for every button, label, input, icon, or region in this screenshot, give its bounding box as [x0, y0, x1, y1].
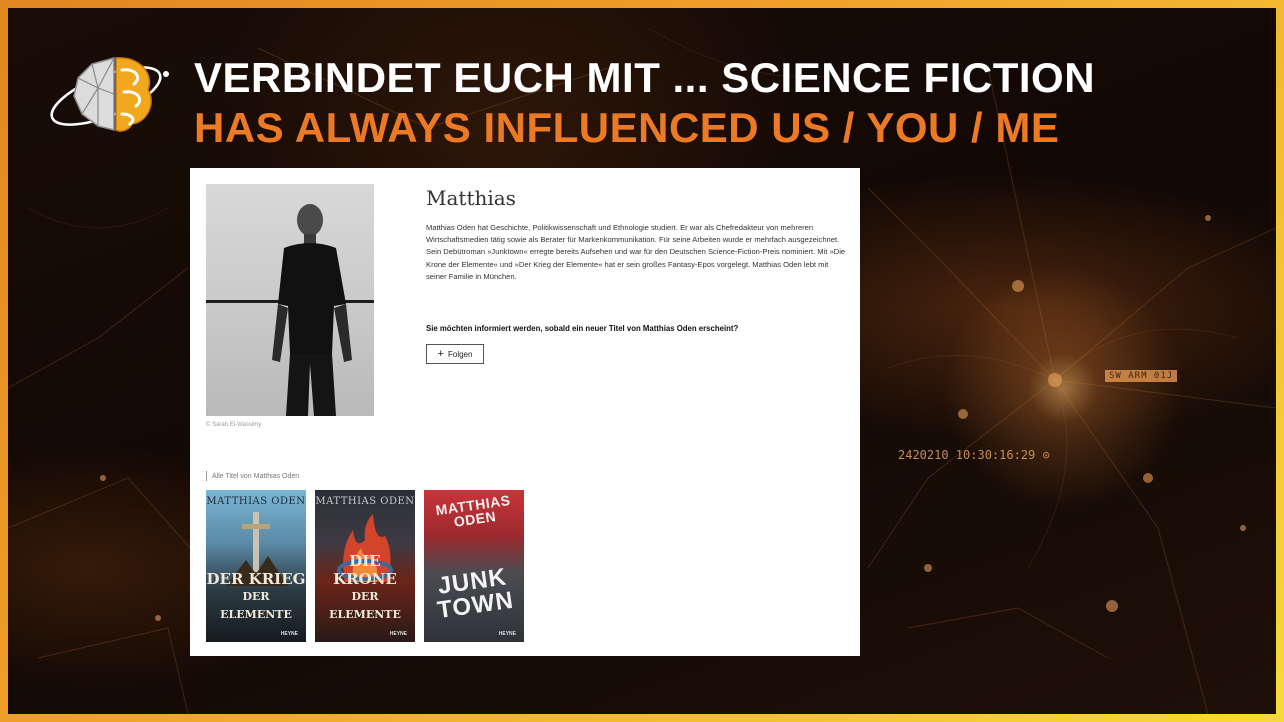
book-title: JUNK TOWN: [424, 563, 524, 624]
titles-section-heading: Alle Titel von Matthias Oden: [206, 471, 299, 481]
slide-title: VERBINDET EUCH MIT ... SCIENCE FICTION: [194, 54, 1096, 101]
book-publisher: HEYNE: [389, 631, 407, 637]
author-bio: Matthias Oden hat Geschichte, Politikwis…: [426, 223, 846, 281]
book-author: MATTHIAS ODEN: [206, 496, 306, 507]
follow-button-label: Folgen: [447, 349, 473, 359]
book-cover-krone-der-elemente[interactable]: MATTHIAS ODEN DIE KRONE DER ELEMENTE HEY…: [315, 490, 415, 642]
slide: SW ARM 01J 2420210 10:30:16:29 ⊙ VERBIND…: [8, 8, 1276, 714]
hud-circle-icon: ⊙: [1042, 448, 1050, 462]
author-page-screenshot: © Sarah El-Wassimy Matthias Matthias Ode…: [190, 168, 860, 656]
hud-readout: 2420210 10:30:16:29 ⊙: [898, 448, 1050, 462]
hud-readout-text: 2420210 10:30:16:29: [898, 448, 1036, 462]
author-name: Matthias: [426, 186, 516, 210]
titles-section-label: Alle Titel von Matthias Oden: [212, 472, 300, 480]
book-cover-junktown[interactable]: MATTHIAS ODEN JUNK TOWN HEYNE: [424, 490, 524, 642]
book-title-line2: DER ELEMENTE: [329, 590, 401, 621]
book-title: DIE KRONE DER ELEMENTE: [315, 552, 415, 624]
book-title: DER KRIEG DER ELEMENTE: [206, 570, 306, 624]
hud-tag: SW ARM 01J: [1105, 370, 1178, 382]
book-title-line2: DER ELEMENTE: [220, 590, 292, 621]
brain-orbit-icon: [50, 57, 169, 132]
section-divider: [206, 471, 207, 481]
follow-prompt: Sie möchten informiert werden, sobald ei…: [426, 324, 739, 333]
book-title-line1: DER KRIEG: [206, 570, 306, 588]
book-author: MATTHIAS ODEN: [315, 496, 415, 507]
book-title-line1: DIE KRONE: [333, 552, 397, 588]
slide-subtitle: HAS ALWAYS INFLUENCED US / YOU / ME: [194, 104, 1060, 151]
follow-button[interactable]: + Folgen: [426, 344, 484, 364]
author-silhouette: [272, 204, 352, 416]
book-publisher: HEYNE: [498, 631, 516, 637]
book-publisher: HEYNE: [280, 631, 298, 637]
book-cover-krieg-der-elemente[interactable]: MATTHIAS ODEN DER KRIEG DER ELEMENTE HEY…: [206, 490, 306, 642]
plus-icon: +: [437, 348, 444, 360]
book-author: MATTHIAS ODEN: [434, 491, 512, 530]
author-photo: [206, 184, 374, 416]
photo-credit: © Sarah El-Wassimy: [206, 422, 262, 428]
